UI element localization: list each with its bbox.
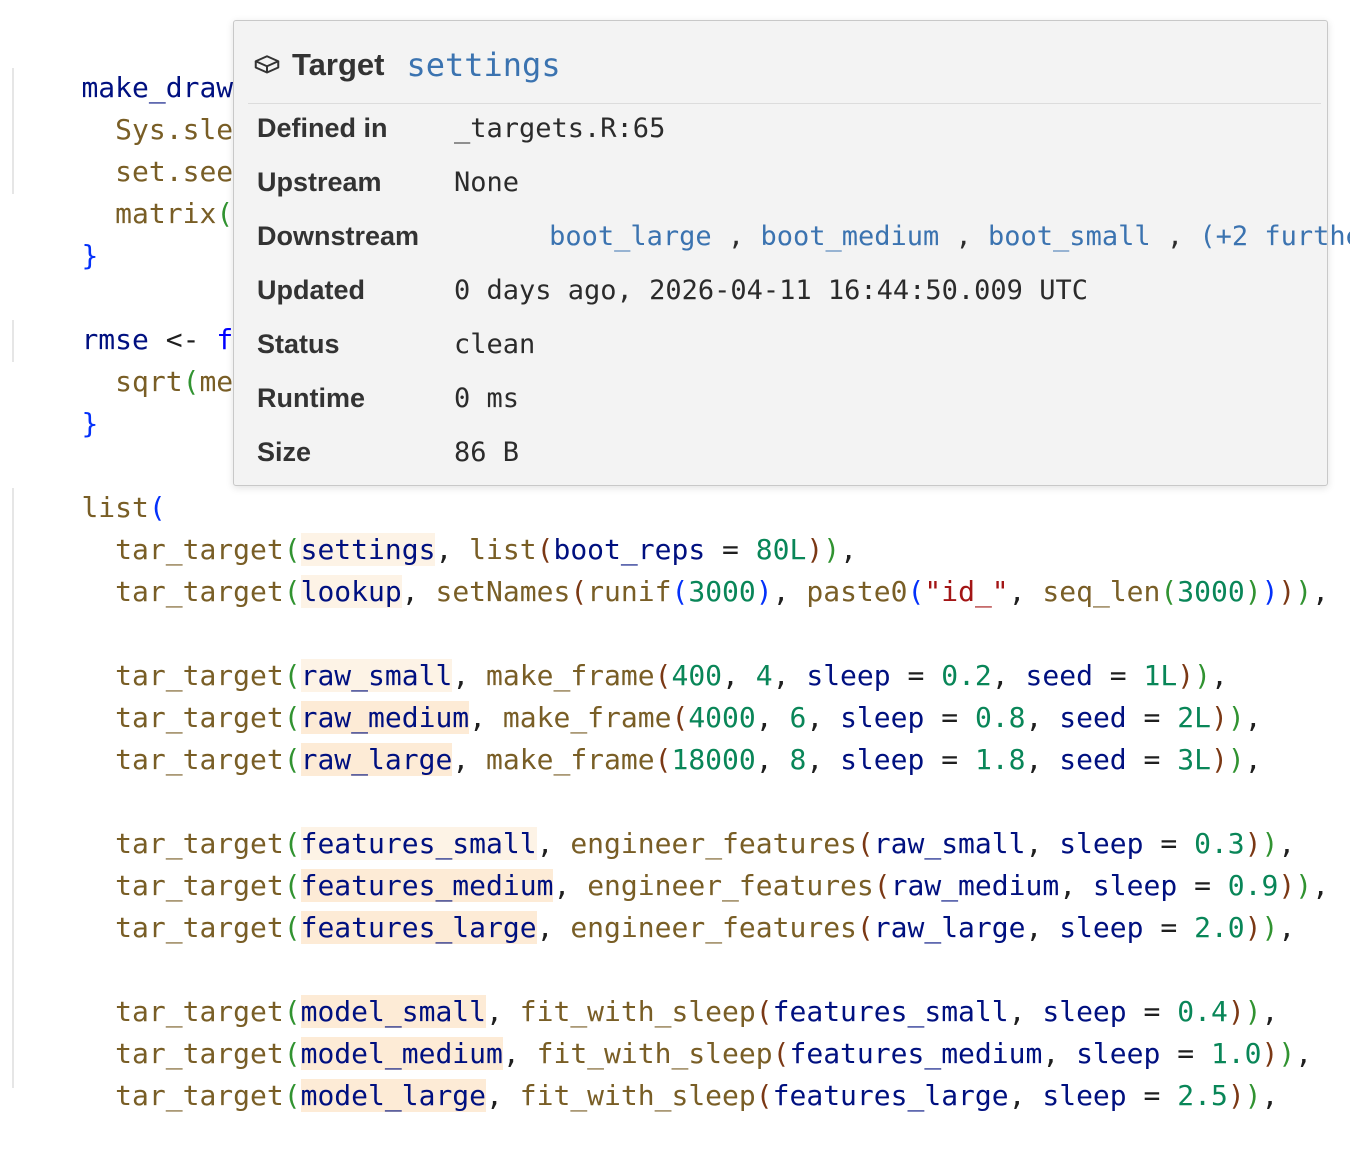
symbol-model-large[interactable]: model_large [300,1079,487,1112]
tooltip-row-defined-in: Defined in _targets.R:65 [257,112,666,144]
symbol-lookup[interactable]: lookup [300,575,402,608]
tooltip-header: Target settings [252,43,1321,87]
code-line: tar_target(features_small, engineer_feat… [115,827,1296,860]
code-line: tar_target(lookup, setNames(runif(3000),… [115,575,1329,608]
downstream-link-boot-large[interactable]: boot_large [549,221,712,252]
code-line: } [81,239,99,272]
tooltip-target-name: settings [406,46,561,84]
symbol-raw-large[interactable]: raw_large [300,743,453,776]
downstream-link-boot-medium[interactable]: boot_medium [760,221,939,252]
code-line: } [81,407,99,440]
code-editor[interactable]: make_draws <- Sys.sleep(s set.seed(se ma… [0,0,1350,1112]
tooltip-row-runtime: Runtime 0 ms [257,382,520,414]
downstream-link-further[interactable]: (+2 further) [1199,221,1350,252]
code-line: list( [81,491,166,524]
cube-icon [254,55,280,74]
symbol-features-large[interactable]: features_large [300,911,537,944]
code-line: tar_target(model_small, fit_with_sleep(f… [115,995,1279,1028]
tooltip-row-status: Status clean [257,328,536,360]
code-line: tar_target(settings, list(boot_reps = 80… [115,533,857,566]
tooltip-row-size: Size 86 B [257,436,520,468]
code-line: tar_target(model_large, fit_with_sleep(f… [115,1079,1279,1112]
tooltip-row-downstream: Downstream boot_large , boot_medium , bo… [257,209,1350,263]
code-line: tar_target(raw_small, make_frame(400, 4,… [115,659,1228,692]
hover-tooltip: Target settings Defined in _targets.R:65… [233,20,1350,486]
code-line: tar_target(raw_large, make_frame(18000, … [115,743,1262,776]
tooltip-row-updated: Updated 0 days ago, 2026-04-11 16:44:50.… [257,274,1088,306]
code-line: tar_target(model_medium, fit_with_sleep(… [115,1037,1313,1070]
tooltip-kind: Target [292,47,385,82]
code-line: tar_target(features_medium, engineer_fea… [115,869,1329,902]
code-line: tar_target(raw_medium, make_frame(4000, … [115,701,1262,734]
downstream-link-boot-small[interactable]: boot_small [988,221,1151,252]
code-line: tar_target(features_large, engineer_feat… [115,911,1296,944]
